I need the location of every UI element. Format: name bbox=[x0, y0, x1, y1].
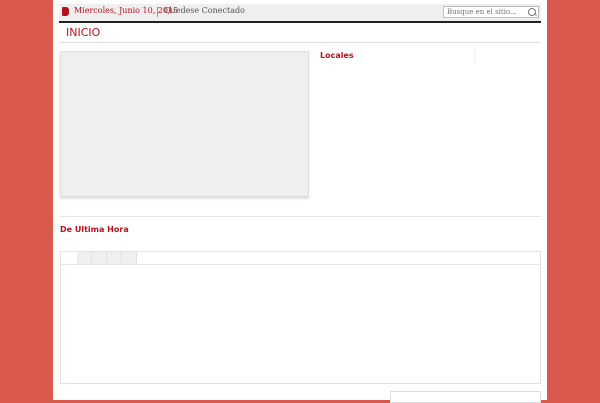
news-tabs-panel bbox=[60, 251, 541, 384]
stay-connected-link[interactable]: Quedese Conectado bbox=[164, 6, 245, 15]
page-container: Miercoles, Junio 10, 2015 Quedese Conect… bbox=[53, 0, 547, 403]
top-bar: Miercoles, Junio 10, 2015 Quedese Conect… bbox=[59, 4, 541, 23]
tab-2[interactable] bbox=[92, 252, 107, 264]
current-date: Miercoles, Junio 10, 2015 bbox=[74, 6, 179, 15]
nav-item-inicio[interactable]: INICIO bbox=[66, 26, 100, 39]
main-nav: INICIO bbox=[59, 24, 541, 43]
sidebar-widget bbox=[390, 391, 541, 403]
locales-heading: Locales bbox=[320, 51, 354, 60]
topbar-separator bbox=[157, 7, 158, 17]
locales-divider bbox=[474, 51, 475, 63]
search-icon[interactable] bbox=[528, 8, 536, 16]
search-box bbox=[443, 6, 539, 18]
breaking-news-heading: De Ultima Hora bbox=[60, 225, 129, 234]
tab-3[interactable] bbox=[107, 252, 122, 264]
featured-slider[interactable] bbox=[60, 51, 309, 197]
calendar-icon bbox=[62, 7, 69, 16]
section-divider bbox=[59, 216, 541, 217]
tab-4[interactable] bbox=[122, 252, 137, 264]
tab-1[interactable] bbox=[77, 252, 92, 264]
tabs-bar bbox=[61, 252, 540, 265]
search-input[interactable] bbox=[444, 7, 529, 17]
